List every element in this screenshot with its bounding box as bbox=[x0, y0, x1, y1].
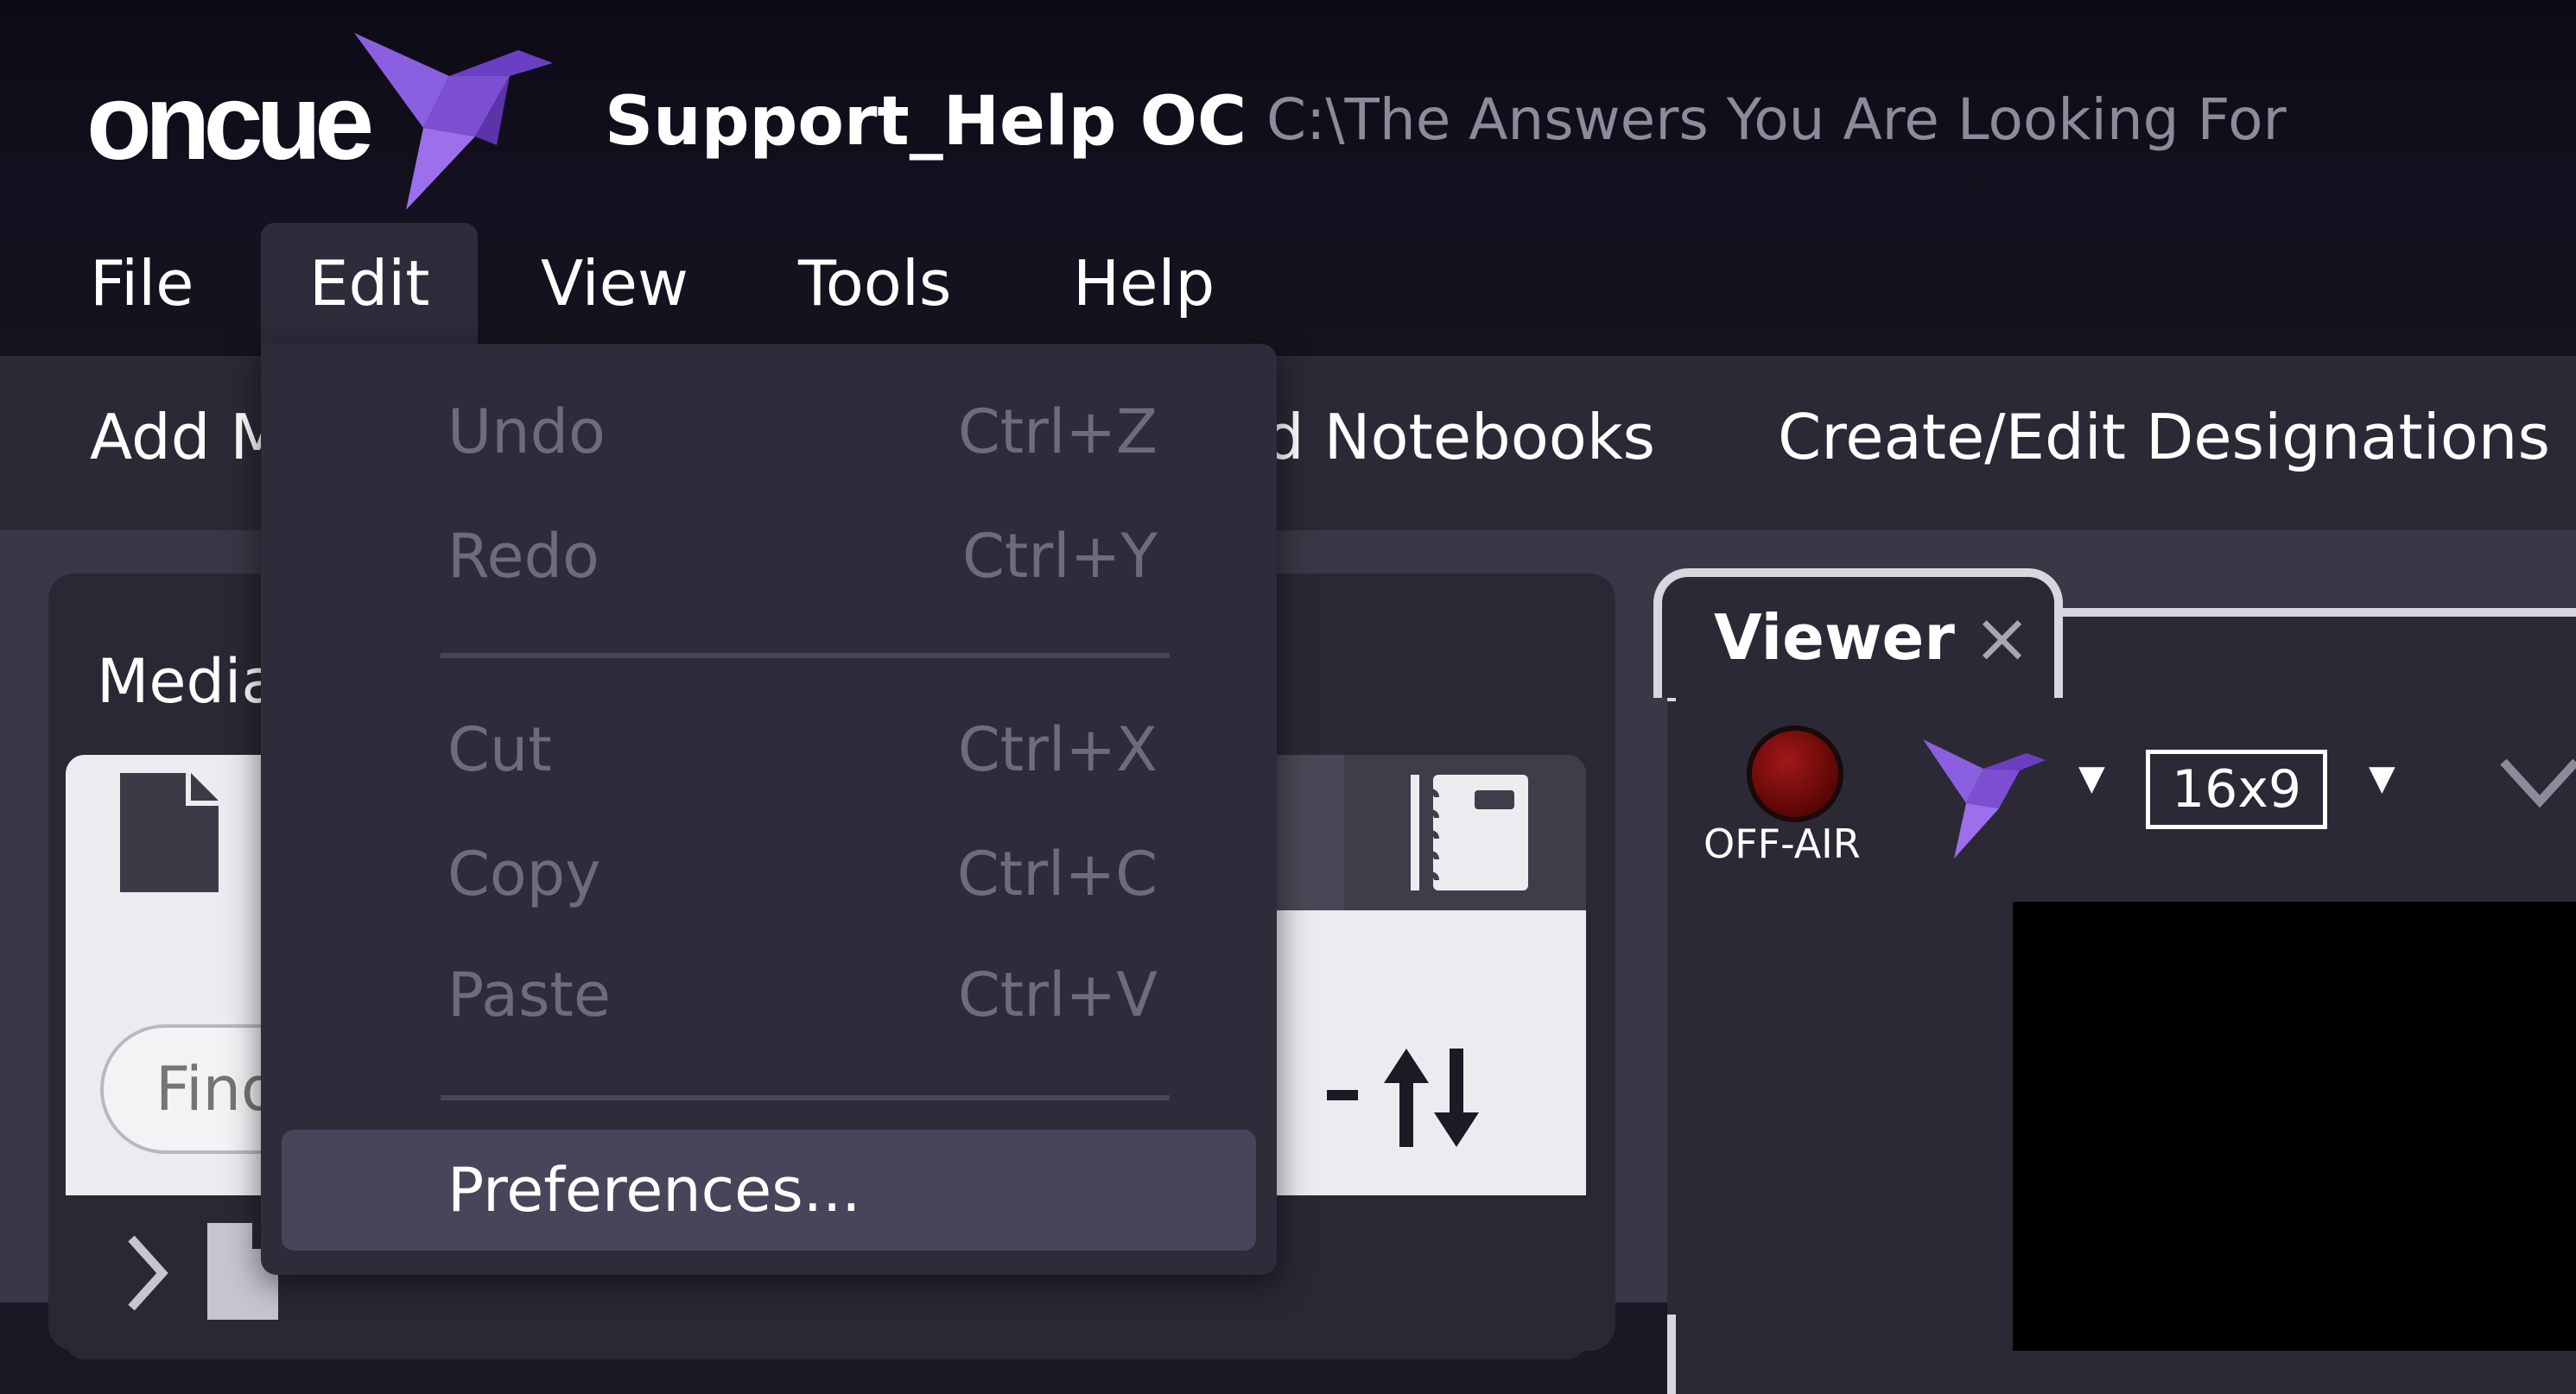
oncue-logo: oncue bbox=[86, 16, 553, 214]
menu-help[interactable]: Help bbox=[1073, 223, 1253, 344]
menu-separator bbox=[441, 653, 1170, 658]
menu-tools[interactable]: Tools bbox=[798, 223, 989, 344]
on-air-status: OFF-AIR bbox=[1704, 821, 1861, 867]
close-icon[interactable]: × bbox=[1973, 598, 2031, 678]
chevron-down-icon[interactable]: ▼ bbox=[2369, 758, 2395, 798]
notebook-icon bbox=[1411, 775, 1528, 890]
menu-file[interactable]: File bbox=[90, 223, 232, 344]
viewer-tab[interactable]: Viewer × bbox=[1653, 568, 2063, 698]
menu-separator bbox=[441, 1095, 1170, 1100]
logo-wordmark: oncue bbox=[86, 63, 374, 182]
media-tab[interactable]: Media bbox=[97, 646, 278, 717]
chevron-down-icon[interactable] bbox=[2497, 753, 2576, 814]
aspect-ratio-select[interactable]: 16x9 bbox=[2146, 750, 2327, 829]
on-air-indicator-icon bbox=[1747, 726, 1843, 822]
viewer-body: OFF-AIR ▼ 16x9 ▼ bbox=[1667, 701, 2576, 1351]
menu-edit[interactable]: Edit bbox=[261, 223, 479, 344]
bird-logo-icon bbox=[354, 33, 553, 210]
document-icon bbox=[120, 773, 219, 892]
menu-item-undo[interactable]: Undo Ctrl+Z bbox=[282, 371, 1256, 492]
project-path: C:\The Answers You Are Looking For bbox=[1266, 86, 2287, 153]
bird-logo-icon[interactable] bbox=[1918, 731, 2047, 860]
menu-item-cut[interactable]: Cut Ctrl+X bbox=[282, 689, 1256, 810]
chevron-right-icon[interactable] bbox=[121, 1230, 173, 1316]
menu-item-preferences[interactable]: Preferences... bbox=[282, 1130, 1256, 1251]
edit-menu-dropdown: Undo Ctrl+Z Redo Ctrl+Y Cut Ctrl+X Copy … bbox=[261, 344, 1277, 1275]
viewer-screen bbox=[2013, 902, 2576, 1351]
chevron-down-icon[interactable]: ▼ bbox=[2078, 758, 2105, 798]
menu-view[interactable]: View bbox=[541, 223, 726, 344]
menu-item-redo[interactable]: Redo Ctrl+Y bbox=[282, 496, 1256, 617]
create-edit-designations-button[interactable]: Create/Edit Designations bbox=[1778, 401, 2550, 473]
menu-item-copy[interactable]: Copy Ctrl+C bbox=[282, 814, 1256, 935]
app-title: Support_Help OC bbox=[605, 83, 1247, 161]
notebooks-button[interactable]: d Notebooks bbox=[1265, 401, 1655, 473]
sort-icon[interactable] bbox=[1327, 1040, 1500, 1152]
media-files-tab[interactable] bbox=[66, 755, 273, 910]
media-notebooks-tab[interactable] bbox=[1344, 755, 1586, 910]
menu-item-paste[interactable]: Paste Ctrl+V bbox=[282, 935, 1256, 1055]
add-media-button[interactable]: Add M bbox=[90, 401, 283, 473]
menu-bar: File Edit View Tools Help bbox=[0, 223, 1382, 344]
viewer-title: Viewer bbox=[1714, 601, 1955, 674]
